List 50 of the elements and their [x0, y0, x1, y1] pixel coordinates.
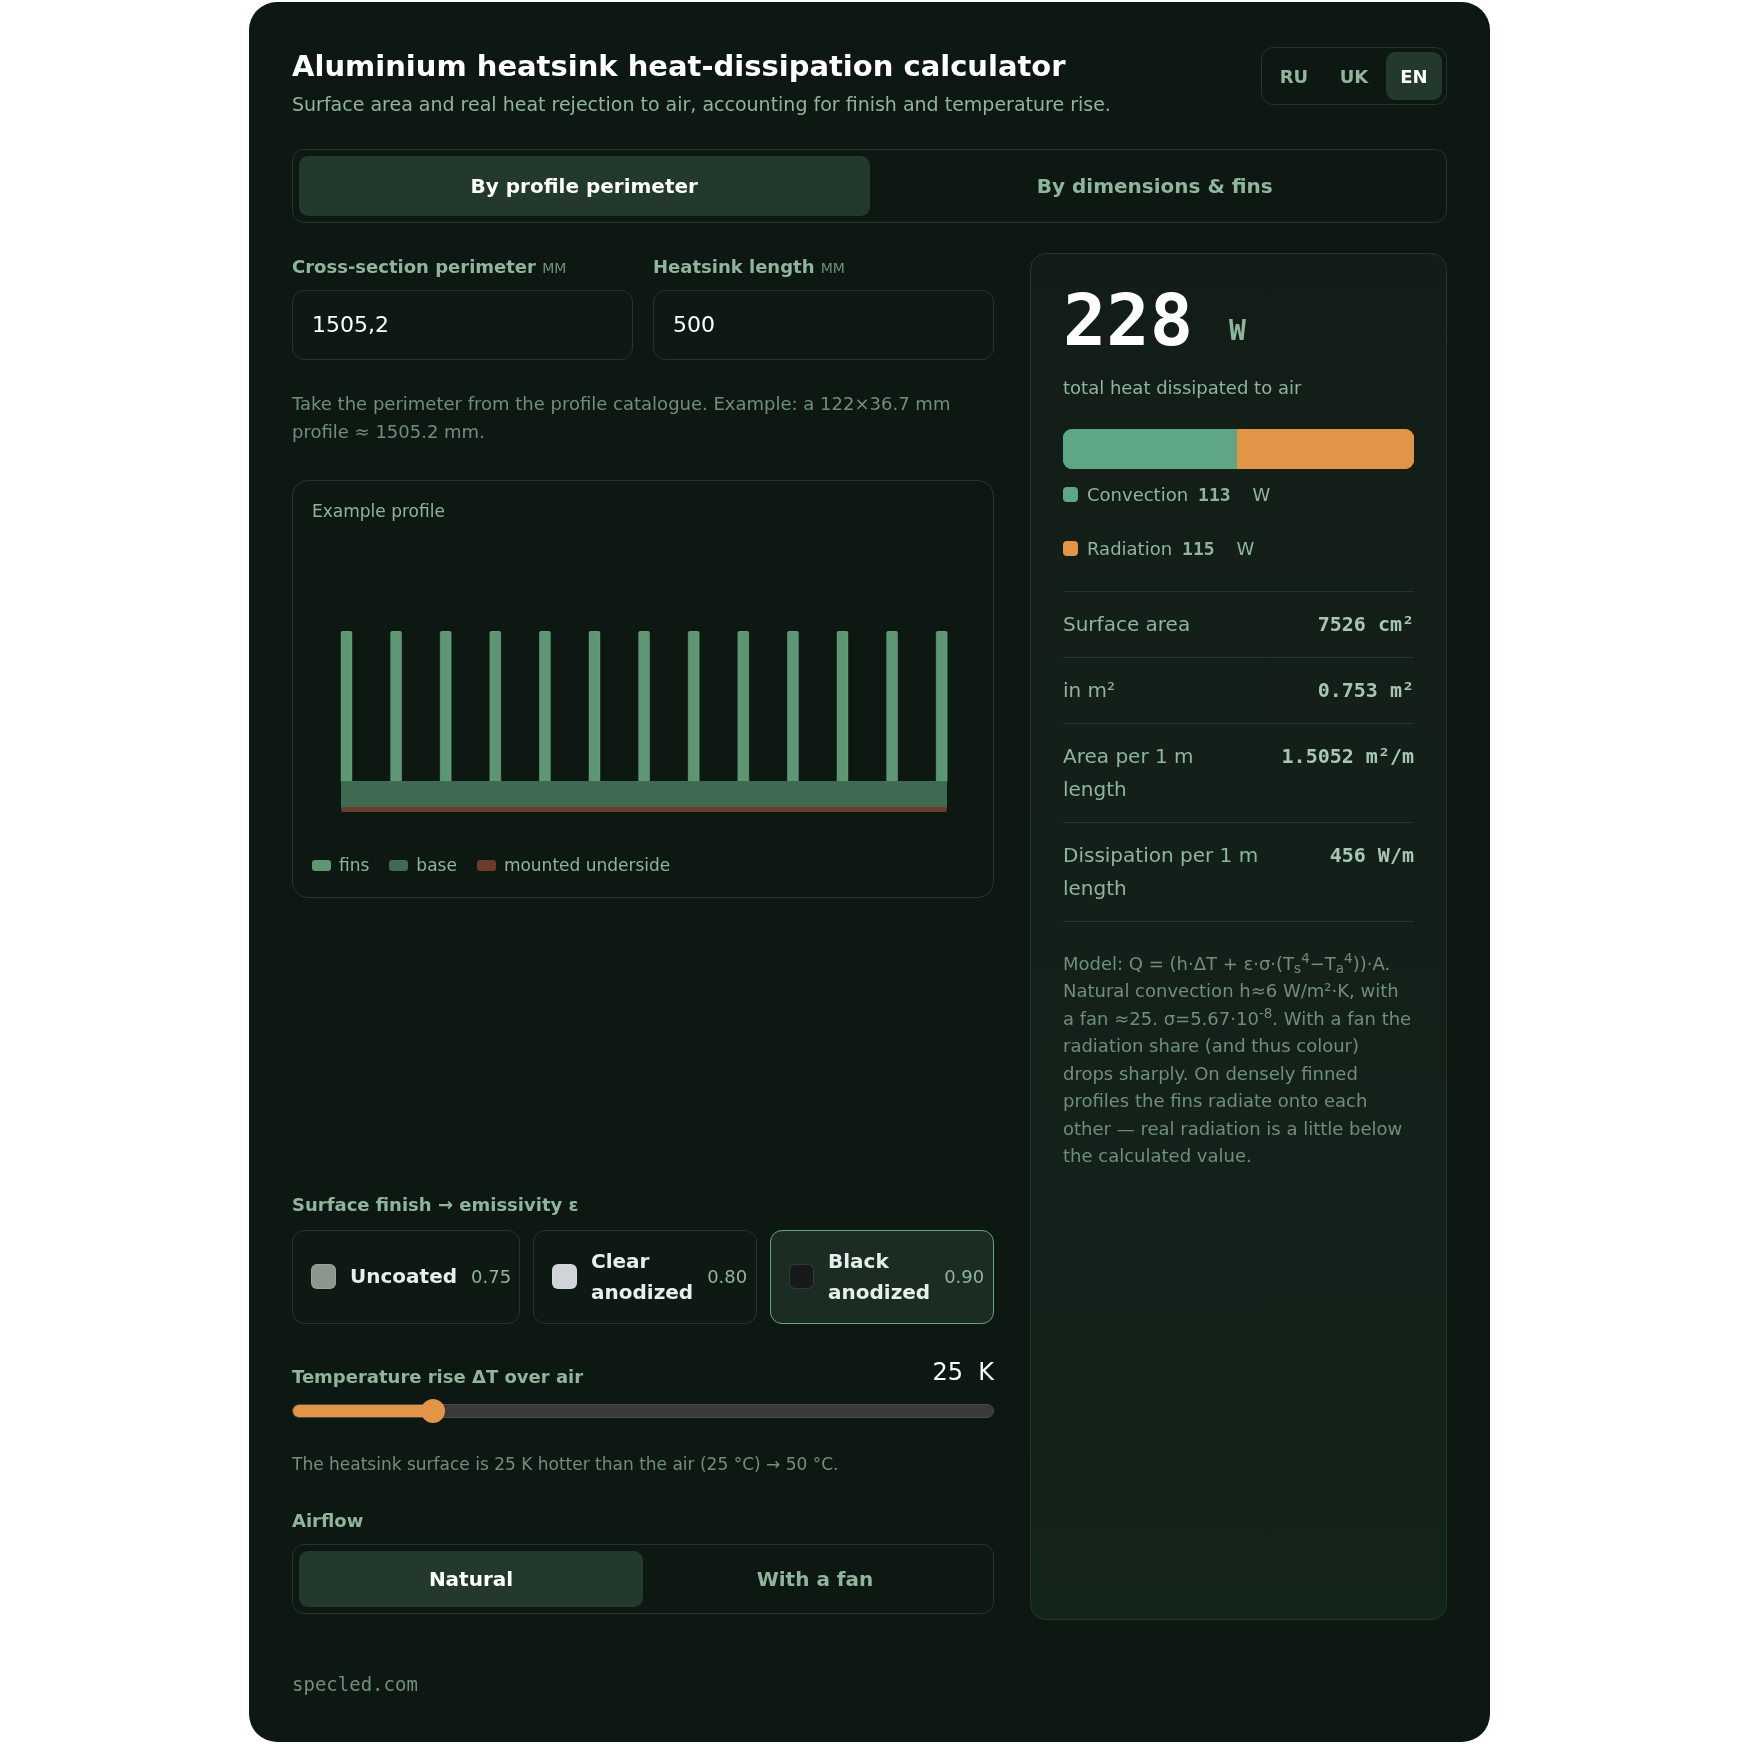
page-subtitle: Surface area and real heat rejection to air, accounting for finish and temperature rise.: [292, 92, 1111, 117]
total-heat-unit: W: [1229, 312, 1246, 349]
temperature-label: Temperature rise ΔT over air: [292, 1364, 584, 1389]
legend-label: base: [416, 854, 457, 877]
part-label: Convection: [1087, 482, 1189, 507]
part-label: Radiation: [1087, 536, 1173, 561]
stat-value: 0.753 m²: [1317, 676, 1414, 704]
mode-tab[interactable]: By profile perimeter: [299, 155, 870, 216]
stat-label: Dissipation per 1 m length: [1063, 841, 1260, 902]
legend-label: fins: [339, 854, 370, 877]
mode-tab[interactable]: By dimensions & fins: [869, 155, 1440, 216]
total-heat-value: 228: [1063, 279, 1194, 360]
temperature-note: The heatsink surface is 25 K hotter than the air (25 °C) → 50 °C.: [292, 1452, 840, 1476]
language-button[interactable]: EN: [1386, 52, 1442, 100]
finish-name: Clear anodized: [591, 1247, 694, 1306]
emissivity-value: 0.75: [471, 1265, 512, 1289]
stat-value: 1.5052 m²/m: [1281, 742, 1414, 770]
model-note: Model: Q = (h·ΔT + ε·σ·(T$_{s}$$^{4}$−T$_{a}$$^{4}$))·A. Natural convection h≈6 W/m²·K, with a fan ≈25. σ=5.67·10$^{-8}$. With a fan the radiation share (and thus colour) drops sharply. On densely finned profiles the fins radiate onto each other — real radiation is a little below the calculated value.: [1063, 949, 1413, 1168]
profile-title: Example profile: [312, 499, 446, 523]
total-heat-caption: total heat dissipated to air: [1063, 375, 1303, 400]
field-label: Heatsink length MM: [653, 254, 846, 279]
airflow-option[interactable]: With a fan: [643, 1551, 987, 1607]
finish-name: Black anodized: [828, 1247, 931, 1306]
input-hint: Take the perimeter from the profile catalogue. Example: a 122×36.7 mm profile ≈ 1505.2 mm.: [292, 391, 952, 444]
part-value: 113: [1198, 482, 1231, 507]
stat-label: in m²: [1063, 676, 1117, 704]
part-value: 115: [1182, 536, 1215, 561]
legend-label: mounted underside: [503, 854, 671, 877]
stat-label: Area per 1 m length: [1063, 742, 1195, 803]
temperature-value: 25 K: [932, 1356, 994, 1388]
finish-name: Uncoated: [350, 1263, 457, 1290]
slider-thumb[interactable]: [421, 1398, 445, 1423]
stat-value: 456 W/m: [1329, 841, 1414, 869]
finish-label: Surface finish → emissivity ε: [292, 1192, 580, 1217]
airflow-option[interactable]: Natural: [299, 1551, 643, 1607]
field-label: Cross-section perimeter MM: [292, 254, 568, 279]
airflow-label: Airflow: [292, 1509, 365, 1533]
input-field[interactable]: 1505,2: [292, 289, 633, 360]
footer-link[interactable]: specled.com: [292, 1670, 994, 1699]
finish-option[interactable]: Uncoated 0.75: [292, 1229, 520, 1324]
stat-value: 7526 cm²: [1317, 610, 1414, 638]
part-unit: W: [1236, 536, 1255, 561]
input-field[interactable]: 500: [653, 289, 994, 360]
part-unit: W: [1252, 482, 1271, 507]
stat-label: Surface area: [1063, 610, 1192, 638]
emissivity-value: 0.80: [707, 1265, 748, 1289]
page-title: Aluminium heatsink heat-dissipation calculator: [292, 48, 1067, 85]
language-button[interactable]: RU: [1266, 52, 1322, 100]
emissivity-value: 0.90: [944, 1265, 985, 1289]
language-button[interactable]: UK: [1326, 52, 1382, 100]
